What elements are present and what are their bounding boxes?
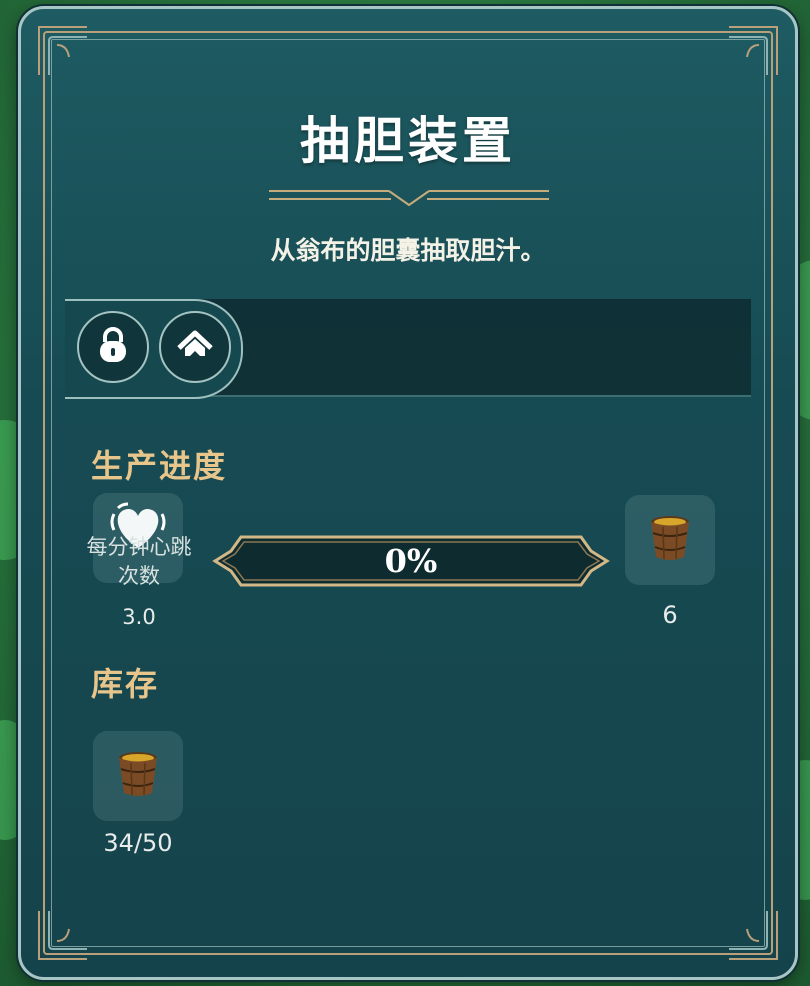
corner-ornament <box>725 907 781 963</box>
inventory-count: 34/50 <box>103 829 173 857</box>
output-slot[interactable] <box>625 495 715 585</box>
inventory-heading: 库存 <box>91 665 160 703</box>
input-value: 3.0 <box>122 605 156 629</box>
panel-title: 抽胆装置 <box>300 112 516 170</box>
title-divider <box>269 190 549 207</box>
corner-ornament <box>35 907 91 963</box>
progress-percent: 0% <box>384 542 438 580</box>
production-heading: 生产进度 <box>91 447 228 485</box>
output-value: 6 <box>662 601 678 629</box>
bucket-icon <box>115 749 161 803</box>
input-label: 每分钟心跳次数 <box>86 535 192 588</box>
tab-home[interactable] <box>159 311 231 383</box>
building-info-panel: 抽胆装置 从翁布的胆囊抽取胆汁。 生产进度 每分钟心跳次数 3.0 0% 6 库… <box>18 6 798 980</box>
tab-lock[interactable] <box>77 311 149 383</box>
panel-description: 从翁布的胆囊抽取胆汁。 <box>270 236 546 265</box>
bucket-icon <box>647 513 693 567</box>
corner-ornament <box>35 23 91 79</box>
corner-ornament <box>725 23 781 79</box>
lock-icon <box>96 326 130 368</box>
inventory-slot[interactable] <box>93 731 183 821</box>
house-icon <box>175 328 215 366</box>
